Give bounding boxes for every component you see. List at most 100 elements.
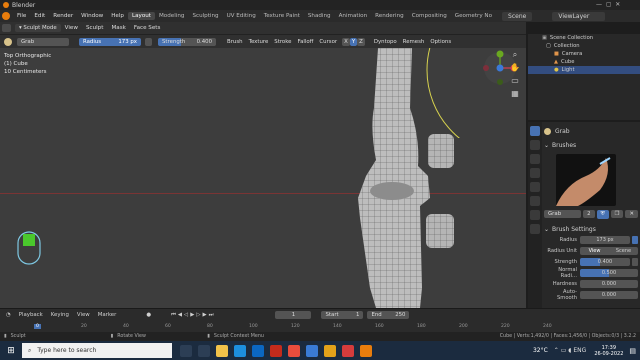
normal-radius-field[interactable]: 0.500 bbox=[580, 268, 638, 277]
outliner-item[interactable]: ▲ Cube bbox=[528, 58, 640, 66]
window-controls[interactable]: — ▢ ✕ bbox=[596, 1, 620, 8]
workspace-tab-compositing[interactable]: Compositing bbox=[408, 12, 451, 20]
radius-pressure-icon[interactable] bbox=[632, 235, 638, 244]
object-tab-icon[interactable] bbox=[530, 210, 540, 220]
playback-menu[interactable]: Playback bbox=[19, 312, 43, 318]
cursor-menu[interactable]: Cursor bbox=[316, 39, 340, 45]
menu-mask[interactable]: Mask bbox=[107, 25, 129, 31]
taskbar-search[interactable]: ⌕ Type here to search bbox=[22, 343, 172, 358]
options-menu[interactable]: Options bbox=[427, 39, 454, 45]
menu-help[interactable]: Help bbox=[107, 13, 128, 19]
workspace-tab-rendering[interactable]: Rendering bbox=[371, 12, 408, 20]
symmetry-z[interactable]: Z bbox=[357, 37, 365, 46]
mail-icon[interactable] bbox=[288, 344, 300, 357]
notification-icon[interactable]: ▤ bbox=[629, 347, 636, 355]
brush-users[interactable]: 2 bbox=[583, 210, 595, 218]
duplicate-icon[interactable]: ❐ bbox=[610, 210, 624, 218]
marker-menu[interactable]: Marker bbox=[98, 312, 117, 318]
taskbar-clock[interactable]: 17:39 26-09-2022 bbox=[594, 345, 623, 357]
scene-tab-icon[interactable] bbox=[530, 182, 540, 192]
chrome-icon[interactable] bbox=[306, 344, 318, 357]
store-icon[interactable] bbox=[252, 344, 264, 357]
brush-name-field[interactable]: Grab bbox=[17, 37, 69, 46]
weather-temperature[interactable]: 32°C bbox=[533, 347, 548, 354]
radius-pressure-icon[interactable] bbox=[145, 37, 152, 46]
view-layer-tab-icon[interactable] bbox=[530, 168, 540, 178]
playback-controls[interactable]: ⏮◀◁▶▷▶⏭ bbox=[171, 312, 215, 319]
workspace-tab-animation[interactable]: Animation bbox=[335, 12, 372, 20]
unlink-x-icon[interactable]: ✕ bbox=[625, 210, 638, 218]
mode-selector[interactable]: ▾ Sculpt Mode bbox=[15, 24, 61, 32]
timeline-ruler[interactable]: 0 20 40 60 80 100 120 140 160 180 200 22… bbox=[0, 321, 640, 331]
task-view-icon[interactable] bbox=[198, 344, 210, 357]
opera-icon[interactable] bbox=[270, 344, 282, 357]
strength-field[interactable]: Strength 0.400 bbox=[158, 37, 216, 46]
menu-view[interactable]: View bbox=[61, 25, 82, 31]
workspace-tab-uv-editing[interactable]: UV Editing bbox=[223, 12, 260, 20]
tool-tab-icon[interactable] bbox=[530, 126, 540, 136]
menu-window[interactable]: Window bbox=[77, 13, 107, 19]
workspace-tab-sculpting[interactable]: Sculpting bbox=[188, 12, 222, 20]
radius-unit-view[interactable]: View bbox=[580, 246, 609, 255]
stroke-menu[interactable]: Stroke bbox=[271, 39, 294, 45]
3d-viewport[interactable]: Top Orthographic (1) Cube 10 Centimeters bbox=[0, 48, 526, 308]
workspace-tab-shading[interactable]: Shading bbox=[304, 12, 335, 20]
system-tray-icons[interactable]: ⌃ ▭ ◖ ENG bbox=[554, 347, 587, 354]
menu-sculpt[interactable]: Sculpt bbox=[82, 25, 107, 31]
brushes-panel-header[interactable]: ⌄ Brushes bbox=[544, 140, 638, 150]
menu-edit[interactable]: Edit bbox=[30, 13, 49, 19]
strength-field[interactable]: 0.400 bbox=[580, 257, 630, 266]
windows-start-icon[interactable]: ⊞ bbox=[0, 341, 22, 360]
symmetry-y[interactable]: Y bbox=[349, 37, 358, 46]
vlc-icon[interactable] bbox=[324, 344, 336, 357]
brush-icon[interactable] bbox=[4, 37, 12, 46]
menu-render[interactable]: Render bbox=[49, 13, 77, 19]
menu-face-sets[interactable]: Face Sets bbox=[130, 25, 165, 31]
edge-icon[interactable] bbox=[234, 344, 246, 357]
fake-user-shield-icon[interactable]: ⛨ bbox=[596, 209, 609, 219]
file-explorer-icon[interactable] bbox=[216, 344, 228, 357]
end-frame-field[interactable]: End 250 bbox=[367, 311, 410, 319]
scene-selector[interactable]: Scene bbox=[502, 11, 533, 21]
symmetry-x[interactable]: X bbox=[342, 37, 350, 46]
timeline-view-menu[interactable]: View bbox=[77, 312, 90, 318]
outliner-item[interactable]: ● Light bbox=[528, 66, 640, 74]
cortana-icon[interactable] bbox=[180, 344, 192, 357]
texture-menu[interactable]: Texture bbox=[246, 39, 272, 45]
brush-field[interactable]: Grab bbox=[544, 210, 582, 218]
blender-menu-icon[interactable] bbox=[2, 12, 10, 20]
hardness-field[interactable]: 0.000 bbox=[580, 279, 638, 288]
camera-view-icon[interactable]: ▭ bbox=[509, 76, 521, 87]
pan-hand-icon[interactable]: ✋ bbox=[509, 63, 521, 74]
zoom-icon[interactable]: ⌕ bbox=[509, 50, 521, 61]
timeline-editor-icon[interactable]: ◔ bbox=[6, 312, 11, 318]
current-frame-field[interactable]: 1 bbox=[275, 311, 312, 319]
output-tab-icon[interactable] bbox=[530, 154, 540, 164]
keying-menu[interactable]: Keying bbox=[51, 312, 69, 318]
workspace-tab-modeling[interactable]: Modeling bbox=[155, 12, 188, 20]
falloff-menu[interactable]: Falloff bbox=[294, 39, 316, 45]
brush-menu[interactable]: Brush bbox=[224, 39, 246, 45]
render-tab-icon[interactable] bbox=[530, 140, 540, 150]
outliner-item[interactable]: ■ Camera bbox=[528, 50, 640, 58]
brush-settings-panel-header[interactable]: ⌄ Brush Settings bbox=[544, 224, 638, 234]
radius-field[interactable]: Radius 173 px bbox=[79, 37, 141, 46]
outliner-item[interactable]: ▢ Collection bbox=[528, 42, 640, 50]
radius-unit-scene[interactable]: Scene bbox=[609, 246, 638, 255]
grid-toggle-icon[interactable]: ▦ bbox=[509, 89, 521, 100]
outliner-scene-collection[interactable]: ▣ Scene Collection bbox=[528, 34, 640, 42]
dyntopo-menu[interactable]: Dyntopo bbox=[371, 39, 400, 45]
editor-type-icon[interactable] bbox=[2, 24, 11, 32]
record-icon[interactable]: ● bbox=[146, 312, 151, 318]
menu-file[interactable]: File bbox=[13, 13, 30, 19]
brush-preview-image[interactable] bbox=[556, 154, 616, 206]
strength-pressure-icon[interactable] bbox=[632, 257, 638, 266]
workspace-tab-geometry-nodes[interactable]: Geometry No bbox=[451, 12, 496, 20]
start-frame-field[interactable]: Start 1 bbox=[321, 311, 364, 319]
view-layer-selector[interactable]: ViewLayer bbox=[552, 11, 606, 21]
remesh-menu[interactable]: Remesh bbox=[400, 39, 428, 45]
world-tab-icon[interactable] bbox=[530, 196, 540, 206]
autosmooth-field[interactable]: 0.000 bbox=[580, 290, 638, 299]
workspace-tab-texture-paint[interactable]: Texture Paint bbox=[260, 12, 304, 20]
workspace-tab-layout[interactable]: Layout bbox=[127, 12, 155, 20]
